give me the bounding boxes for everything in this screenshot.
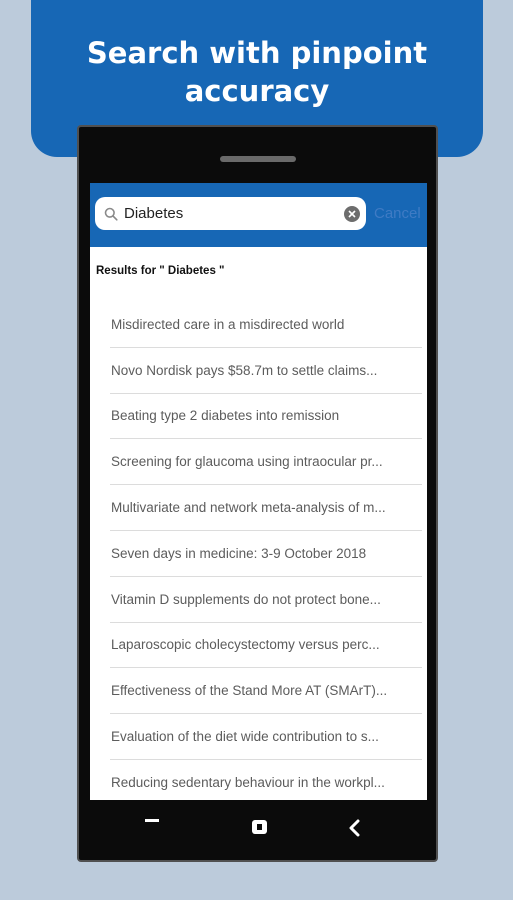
list-item-title: Multivariate and network meta-analysis o… bbox=[111, 500, 386, 516]
list-item[interactable]: Evaluation of the diet wide contribution… bbox=[110, 714, 422, 760]
list-item-title: Seven days in medicine: 3-9 October 2018 bbox=[111, 545, 367, 561]
phone-speaker bbox=[220, 156, 296, 162]
list-item-title: Beating type 2 diabetes into remission bbox=[111, 408, 340, 424]
cancel-button[interactable]: Cancel bbox=[374, 205, 421, 222]
promo-headline: Search with pinpoint accuracy bbox=[86, 36, 428, 108]
list-item[interactable]: Screening for glaucoma using intraocular… bbox=[110, 439, 422, 486]
recent-apps-icon[interactable] bbox=[145, 819, 159, 822]
home-icon[interactable] bbox=[252, 820, 267, 834]
list-item-title: Evaluation of the diet wide contribution… bbox=[111, 729, 379, 745]
list-item[interactable]: Multivariate and network meta-analysis o… bbox=[110, 485, 422, 531]
clear-icon[interactable] bbox=[344, 205, 360, 222]
list-item[interactable]: Laparoscopic cholecystectomy versus perc… bbox=[110, 623, 422, 669]
search-icon bbox=[104, 207, 118, 221]
list-item[interactable]: Effectiveness of the Stand More AT (SMAr… bbox=[110, 668, 422, 715]
search-bar: Cancel bbox=[90, 183, 427, 247]
search-input[interactable] bbox=[124, 205, 344, 222]
system-nav-bar bbox=[79, 800, 436, 860]
list-item-title: Vitamin D supplements do not protect bon… bbox=[111, 591, 381, 607]
list-item-title: Effectiveness of the Stand More AT (SMAr… bbox=[111, 683, 388, 699]
list-item[interactable]: Vitamin D supplements do not protect bon… bbox=[110, 577, 422, 623]
list-item[interactable]: Reducing sedentary behaviour in the work… bbox=[110, 760, 422, 800]
results-list: Misdirected care in a misdirected world … bbox=[110, 302, 422, 800]
list-item[interactable]: Misdirected care in a misdirected world bbox=[110, 302, 422, 348]
list-item[interactable]: Beating type 2 diabetes into remission bbox=[110, 394, 422, 440]
results-heading: Results for " Diabetes " bbox=[96, 265, 225, 277]
app-screen: Cancel Results for " Diabetes " Misdirec… bbox=[90, 183, 427, 800]
list-item-title: Screening for glaucoma using intraocular… bbox=[111, 454, 383, 470]
list-item[interactable]: Novo Nordisk pays $58.7m to settle claim… bbox=[110, 348, 422, 394]
search-field[interactable] bbox=[95, 197, 366, 230]
list-item-title: Reducing sedentary behaviour in the work… bbox=[111, 774, 385, 790]
back-icon[interactable] bbox=[347, 819, 363, 837]
list-item[interactable]: Seven days in medicine: 3-9 October 2018 bbox=[110, 531, 422, 577]
list-item-title: Laparoscopic cholecystectomy versus perc… bbox=[111, 637, 380, 653]
phone-frame: Cancel Results for " Diabetes " Misdirec… bbox=[77, 125, 438, 862]
list-item-title: Misdirected care in a misdirected world bbox=[111, 316, 345, 332]
list-item-title: Novo Nordisk pays $58.7m to settle claim… bbox=[111, 362, 378, 378]
